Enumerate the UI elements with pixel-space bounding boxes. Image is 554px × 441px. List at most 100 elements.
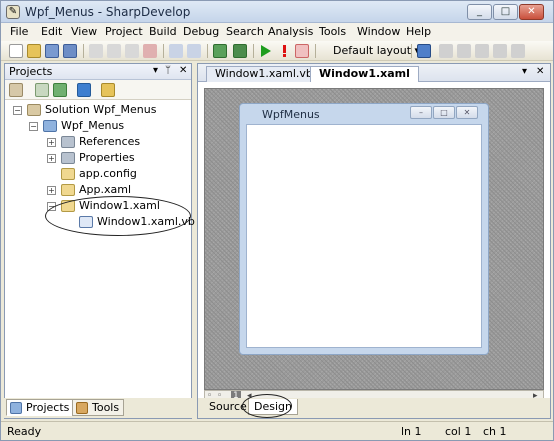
menu-window[interactable]: Window xyxy=(357,25,400,38)
stop-icon[interactable] xyxy=(295,44,309,58)
new-folder-icon[interactable] xyxy=(101,83,115,97)
design-canvas[interactable]: WpfMenus – □ ✕ xyxy=(204,88,544,390)
window-title: Wpf_Menus - SharpDevelop xyxy=(25,5,191,19)
paste-icon[interactable] xyxy=(125,44,139,58)
menu-edit[interactable]: Edit xyxy=(41,25,62,38)
wpf-close-icon: ✕ xyxy=(456,106,478,119)
main-window: ✎ Wpf_Menus - SharpDevelop _ □ ✕ File Ed… xyxy=(0,0,554,441)
rebuild-icon[interactable] xyxy=(233,44,247,58)
expand-icon[interactable]: + xyxy=(47,186,56,195)
build-icon[interactable] xyxy=(213,44,227,58)
status-column: col 1 xyxy=(445,425,472,438)
menu-build[interactable]: Build xyxy=(149,25,177,38)
toolbar-separator xyxy=(411,44,412,58)
cut-icon[interactable] xyxy=(89,44,103,58)
menu-search[interactable]: Search xyxy=(226,25,264,38)
status-char: ch 1 xyxy=(483,425,507,438)
annotation-ellipse xyxy=(242,394,292,418)
document-dropdown-icon[interactable]: ▾ xyxy=(522,66,527,77)
collapse-all-icon[interactable] xyxy=(77,83,91,97)
bookmark-next-icon[interactable] xyxy=(457,44,471,58)
menu-file[interactable]: File xyxy=(10,25,28,38)
navigate-back-icon[interactable] xyxy=(417,44,431,58)
tree-node-app-config[interactable]: app.config xyxy=(47,166,177,182)
save-icon[interactable] xyxy=(45,44,59,58)
toolbar-separator xyxy=(207,44,208,58)
minimize-button[interactable]: _ xyxy=(467,4,492,20)
tab-label: Tools xyxy=(92,401,120,414)
tree-node-references[interactable]: + References xyxy=(47,134,177,150)
wpf-window-title: WpfMenus xyxy=(262,108,320,121)
annotation-ellipse xyxy=(45,196,191,236)
close-button[interactable]: ✕ xyxy=(519,4,544,20)
menu-analysis[interactable]: Analysis xyxy=(268,25,313,38)
tab-tools[interactable]: Tools xyxy=(72,399,125,416)
copy-icon[interactable] xyxy=(107,44,121,58)
status-text: Ready xyxy=(7,425,42,438)
xaml-file-icon xyxy=(61,184,75,196)
wpf-window-client-area[interactable] xyxy=(246,124,482,348)
undo-icon[interactable] xyxy=(169,44,183,58)
maximize-button[interactable]: □ xyxy=(493,4,518,20)
properties-folder-icon xyxy=(61,152,75,164)
menu-view[interactable]: View xyxy=(71,25,97,38)
open-folder-icon[interactable] xyxy=(27,44,41,58)
tree-node-properties[interactable]: + Properties xyxy=(47,150,177,166)
menu-help[interactable]: Help xyxy=(406,25,431,38)
tree-node-label: Properties xyxy=(79,151,135,164)
bookmark-icon[interactable] xyxy=(439,44,453,58)
document-close-icon[interactable]: ✕ xyxy=(536,66,544,77)
status-line: ln 1 xyxy=(401,425,422,438)
run-icon[interactable] xyxy=(258,44,272,58)
menu-tools[interactable]: Tools xyxy=(319,25,346,38)
solution-icon xyxy=(27,104,41,116)
tree-node-solution[interactable]: − Solution Wpf_Menus xyxy=(13,102,183,118)
tree-node-project[interactable]: − Wpf_Menus xyxy=(29,118,179,134)
new-file-icon[interactable] xyxy=(9,44,23,58)
toolbar-separator xyxy=(83,44,84,58)
expand-icon[interactable]: + xyxy=(47,138,56,147)
tree-node-label: Wpf_Menus xyxy=(61,119,125,132)
show-all-files-icon[interactable] xyxy=(35,83,49,97)
outdent-icon[interactable] xyxy=(511,44,525,58)
collapse-icon[interactable]: − xyxy=(29,122,38,131)
document-area: Window1.xaml.vb Window1.xaml ▾ ✕ WpfMenu… xyxy=(197,63,551,419)
app-icon[interactable]: ✎ xyxy=(6,5,20,19)
menu-bar: File Edit View Project Build Debug Searc… xyxy=(1,23,553,41)
config-file-icon xyxy=(61,168,75,180)
project-icon xyxy=(43,120,57,132)
pane-dropdown-icon[interactable]: ▾ xyxy=(153,65,158,76)
projects-toolbar xyxy=(5,80,191,100)
projects-icon xyxy=(10,402,22,414)
wpf-minimize-icon: – xyxy=(410,106,432,119)
layout-dropdown[interactable]: Default layout ▾ xyxy=(331,43,420,59)
tree-node-label: Solution Wpf_Menus xyxy=(45,103,157,116)
tree-node-label: References xyxy=(79,135,141,148)
tree-node-label: app.config xyxy=(79,167,137,180)
wpf-window-preview[interactable]: WpfMenus – □ ✕ xyxy=(239,103,489,355)
title-bar[interactable]: ✎ Wpf_Menus - SharpDevelop _ □ ✕ xyxy=(1,1,553,23)
delete-icon[interactable] xyxy=(143,44,157,58)
indent-icon[interactable] xyxy=(493,44,507,58)
menu-debug[interactable]: Debug xyxy=(183,25,219,38)
comment-icon[interactable] xyxy=(475,44,489,58)
pin-icon[interactable]: ᛘ xyxy=(165,65,171,76)
tab-label: Projects xyxy=(26,401,70,414)
tab-window1-xaml-vb[interactable]: Window1.xaml.vb xyxy=(206,66,322,82)
menu-project[interactable]: Project xyxy=(105,25,143,38)
pane-close-icon[interactable]: ✕ xyxy=(179,65,187,76)
tab-window1-xaml[interactable]: Window1.xaml xyxy=(310,66,419,82)
refresh-icon[interactable] xyxy=(53,83,67,97)
breakpoint-icon[interactable] xyxy=(277,44,291,58)
expand-icon[interactable]: + xyxy=(47,154,56,163)
save-all-icon[interactable] xyxy=(63,44,77,58)
toolbar-separator xyxy=(163,44,164,58)
wpf-maximize-icon: □ xyxy=(433,106,455,119)
view-tabs: Source Design xyxy=(198,394,550,418)
collapse-icon[interactable]: − xyxy=(13,106,22,115)
properties-icon[interactable] xyxy=(9,83,23,97)
tab-projects[interactable]: Projects xyxy=(6,399,75,416)
status-bar: Ready ln 1 col 1 ch 1 xyxy=(1,421,553,440)
redo-icon[interactable] xyxy=(187,44,201,58)
main-toolbar: Default layout ▾ xyxy=(1,41,553,61)
